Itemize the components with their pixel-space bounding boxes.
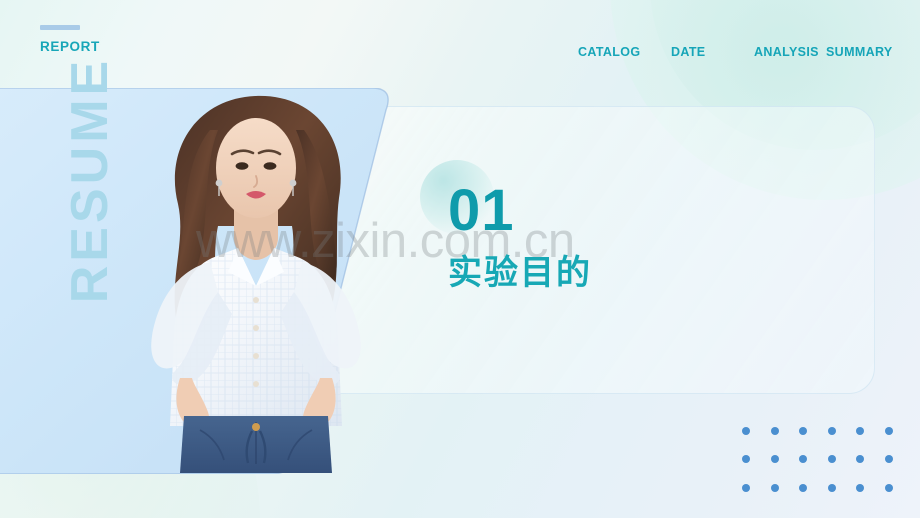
main-nav: CATALOG DATE ANALYSIS SUMMARY [578,44,898,60]
brand-block: REPORT [40,25,220,54]
nav-item-catalog[interactable]: CATALOG [578,44,671,60]
slide-root: RESUME www.zixin.com.cn 01 实验目的 REPORT C… [0,0,920,518]
nav-item-analysis[interactable]: ANALYSIS [754,44,826,60]
grid-dot [885,484,893,492]
brand-accent-bar [40,25,80,30]
brand-label: REPORT [40,39,100,54]
section-title: 实验目的 [448,254,592,292]
nav-item-date[interactable]: DATE [671,44,754,60]
grid-dot [770,484,779,492]
grid-dot [885,455,893,464]
grid-dot [856,455,865,464]
grid-dot [799,455,808,464]
grid-dot [799,426,808,435]
headline-block: 01 实验目的 [420,160,592,292]
person-photo [106,86,406,473]
grid-dot [827,484,836,492]
grid-dot [799,484,808,492]
grid-dot [885,426,893,435]
grid-dot [742,484,751,492]
grid-dot [770,455,779,464]
top-bar: REPORT CATALOG DATE ANALYSIS SUMMARY [0,0,920,88]
grid-dot [827,455,836,464]
grid-dot [742,455,751,464]
vertical-section-label: RESUME [61,56,119,304]
grid-dot [742,426,751,435]
grid-dot [827,426,836,435]
section-number: 01 [448,178,515,243]
grid-dot [770,426,779,435]
grid-dot [856,484,865,492]
nav-item-summary[interactable]: SUMMARY [826,44,898,60]
grid-dot [856,426,865,435]
decorative-dot-grid [742,426,893,492]
